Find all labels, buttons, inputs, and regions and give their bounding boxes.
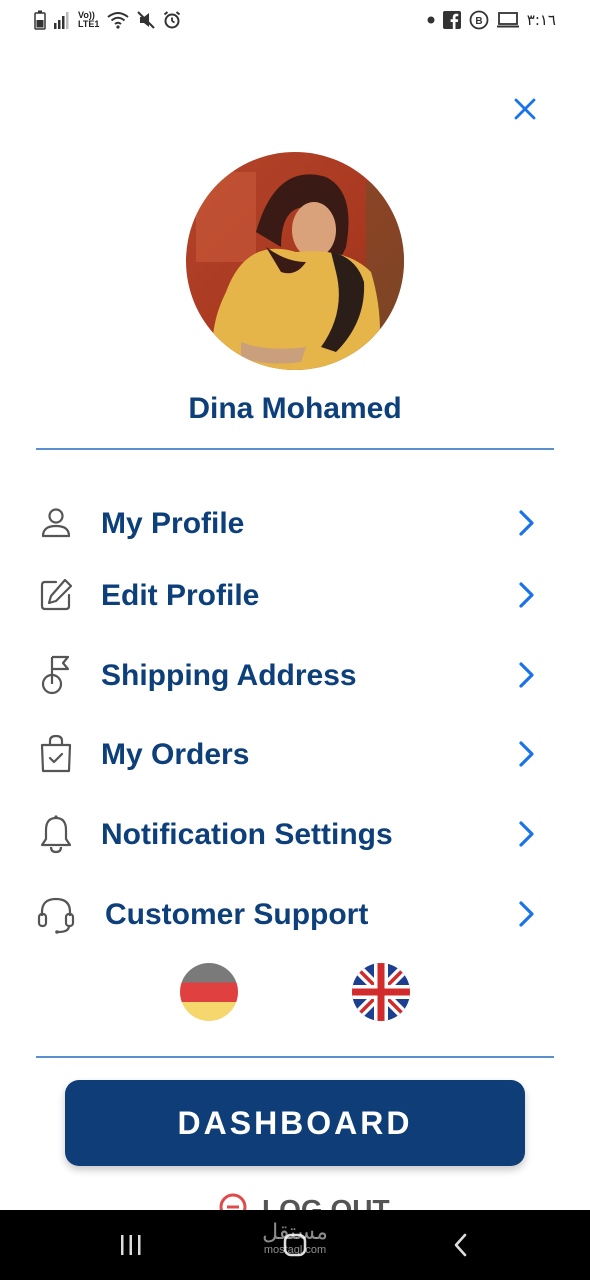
- network-label: Vo)) LTE1: [78, 11, 99, 29]
- dashboard-button[interactable]: DASHBOARD: [65, 1080, 525, 1166]
- watermark-url: mostaql.com: [263, 1244, 327, 1256]
- status-time: ٣:١٦: [526, 11, 556, 29]
- menu-item-edit-profile[interactable]: Edit Profile: [30, 565, 560, 625]
- chevron-right-icon: [519, 510, 534, 536]
- divider: [36, 448, 554, 450]
- alarm-icon: [164, 11, 181, 29]
- divider: [36, 1056, 554, 1058]
- chevron-right-icon: [519, 901, 534, 927]
- language-english[interactable]: [352, 963, 410, 1021]
- chevron-right-icon: [519, 821, 534, 847]
- bell-icon: [36, 814, 76, 854]
- network-bottom: LTE1: [78, 19, 100, 29]
- menu-item-label: Edit Profile: [101, 579, 260, 612]
- menu-item-my-orders[interactable]: My Orders: [30, 724, 560, 784]
- menu-item-customer-support[interactable]: Customer Support: [30, 884, 560, 944]
- b-circle-icon: B: [469, 10, 489, 30]
- mute-icon: [137, 11, 156, 29]
- shopping-bag-icon: [36, 734, 76, 774]
- flag-pin-icon: [36, 655, 76, 695]
- menu-item-label: Shipping Address: [101, 659, 357, 692]
- menu-item-my-profile[interactable]: My Profile: [30, 493, 560, 553]
- wifi-icon: [107, 12, 129, 29]
- headset-icon: [36, 894, 76, 934]
- back-button[interactable]: [431, 1210, 491, 1280]
- status-bar: Vo)) LTE1 B ٣:١٦: [0, 0, 590, 44]
- menu-item-label: My Profile: [101, 507, 245, 540]
- status-left-icons: Vo)) LTE1: [34, 10, 181, 30]
- notification-dot-icon: [427, 16, 435, 24]
- status-right-icons: B ٣:١٦: [427, 10, 556, 30]
- watermark-text: مستقل: [262, 1220, 328, 1245]
- language-german[interactable]: [180, 963, 238, 1021]
- germany-flag-icon: [180, 963, 238, 1021]
- recent-apps-icon: [121, 1235, 141, 1255]
- watermark: مستقل mostaql.com: [250, 1220, 340, 1257]
- person-icon: [36, 503, 76, 543]
- edit-icon: [36, 575, 76, 615]
- recent-apps-button[interactable]: [101, 1210, 161, 1280]
- battery-icon: [34, 10, 46, 30]
- screen-cast-icon: [496, 12, 519, 28]
- facebook-icon: [442, 11, 461, 29]
- chevron-right-icon: [519, 662, 534, 688]
- menu-item-shipping-address[interactable]: Shipping Address: [30, 645, 560, 705]
- avatar-photo: [186, 152, 404, 370]
- signal-icon: [54, 12, 69, 29]
- close-button[interactable]: [510, 94, 540, 124]
- chevron-right-icon: [519, 582, 534, 608]
- chevron-right-icon: [519, 741, 534, 767]
- uk-flag-icon: [352, 963, 410, 1021]
- menu-item-label: Customer Support: [105, 898, 369, 931]
- avatar[interactable]: [186, 152, 404, 370]
- user-name: Dina Mohamed: [188, 392, 402, 425]
- menu-item-label: My Orders: [101, 738, 250, 771]
- close-icon: [514, 98, 536, 120]
- back-icon: [454, 1233, 467, 1257]
- menu-item-notification-settings[interactable]: Notification Settings: [30, 804, 560, 864]
- svg-text:B: B: [475, 16, 482, 27]
- menu-item-label: Notification Settings: [101, 818, 393, 851]
